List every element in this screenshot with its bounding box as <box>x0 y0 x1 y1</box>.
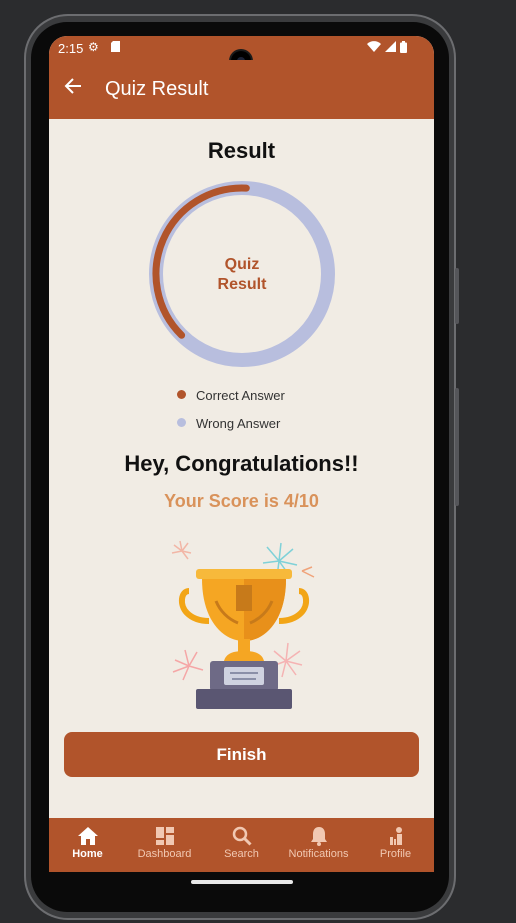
chart-center-label-line1: Quiz <box>224 256 260 273</box>
signal-icon <box>385 41 396 55</box>
congrats-text: Hey, Congratulations!! <box>124 451 359 476</box>
nav-item-label: Profile <box>379 848 412 860</box>
nav-item-label: Search <box>224 848 259 860</box>
dashboard-icon <box>155 827 174 845</box>
legend-wrong: Wrong Answer <box>177 416 280 431</box>
legend-wrong-dot <box>177 418 186 427</box>
page-title: Quiz Result <box>105 78 209 100</box>
result-heading: Result <box>207 138 276 163</box>
finish-button[interactable]: Finish <box>64 732 419 777</box>
trophy-image <box>171 540 315 709</box>
legend-correct: Correct Answer <box>177 388 285 403</box>
back-arrow-icon[interactable] <box>63 76 83 100</box>
trophy-cup <box>179 569 309 709</box>
app-bar: Quiz Result <box>49 60 434 119</box>
chart-center-label-line2: Result <box>217 276 267 293</box>
nav-item-home[interactable]: Home <box>49 826 126 860</box>
search-icon <box>232 826 252 846</box>
legend-wrong-label: Wrong Answer <box>196 416 281 431</box>
profile-icon <box>389 827 402 845</box>
bell-icon <box>310 827 327 846</box>
battery-icon <box>400 41 407 56</box>
status-time: 2:15 <box>58 41 84 56</box>
gesture-home-bar <box>191 880 293 884</box>
settings-icon: ⚙ <box>88 40 99 54</box>
nav-item-search[interactable]: Search <box>203 826 280 860</box>
nav-item-dashboard[interactable]: Dashboard <box>126 826 203 860</box>
score-text: Your Score is 4/10 <box>164 491 319 511</box>
home-icon <box>77 827 98 845</box>
nav-item-profile[interactable]: Profile <box>357 826 434 860</box>
nav-item-label: Notifications <box>288 848 349 860</box>
bottom-navigation: Home Dashboard Search Notifications Prof… <box>49 818 434 872</box>
nav-item-notifications[interactable]: Notifications <box>280 826 357 860</box>
power-button <box>455 268 459 324</box>
sim-card-icon <box>111 41 120 55</box>
legend-correct-label: Correct Answer <box>196 388 285 403</box>
app-screen: 2:15 ⚙ Quiz Result Result Quiz Result Co… <box>49 36 434 872</box>
nav-item-label: Dashboard <box>137 848 192 860</box>
wifi-icon <box>367 41 381 55</box>
nav-item-label: Home <box>72 848 103 860</box>
volume-button <box>455 388 459 506</box>
chart-center-label: Quiz Result <box>199 255 285 295</box>
legend-correct-dot <box>177 390 186 399</box>
